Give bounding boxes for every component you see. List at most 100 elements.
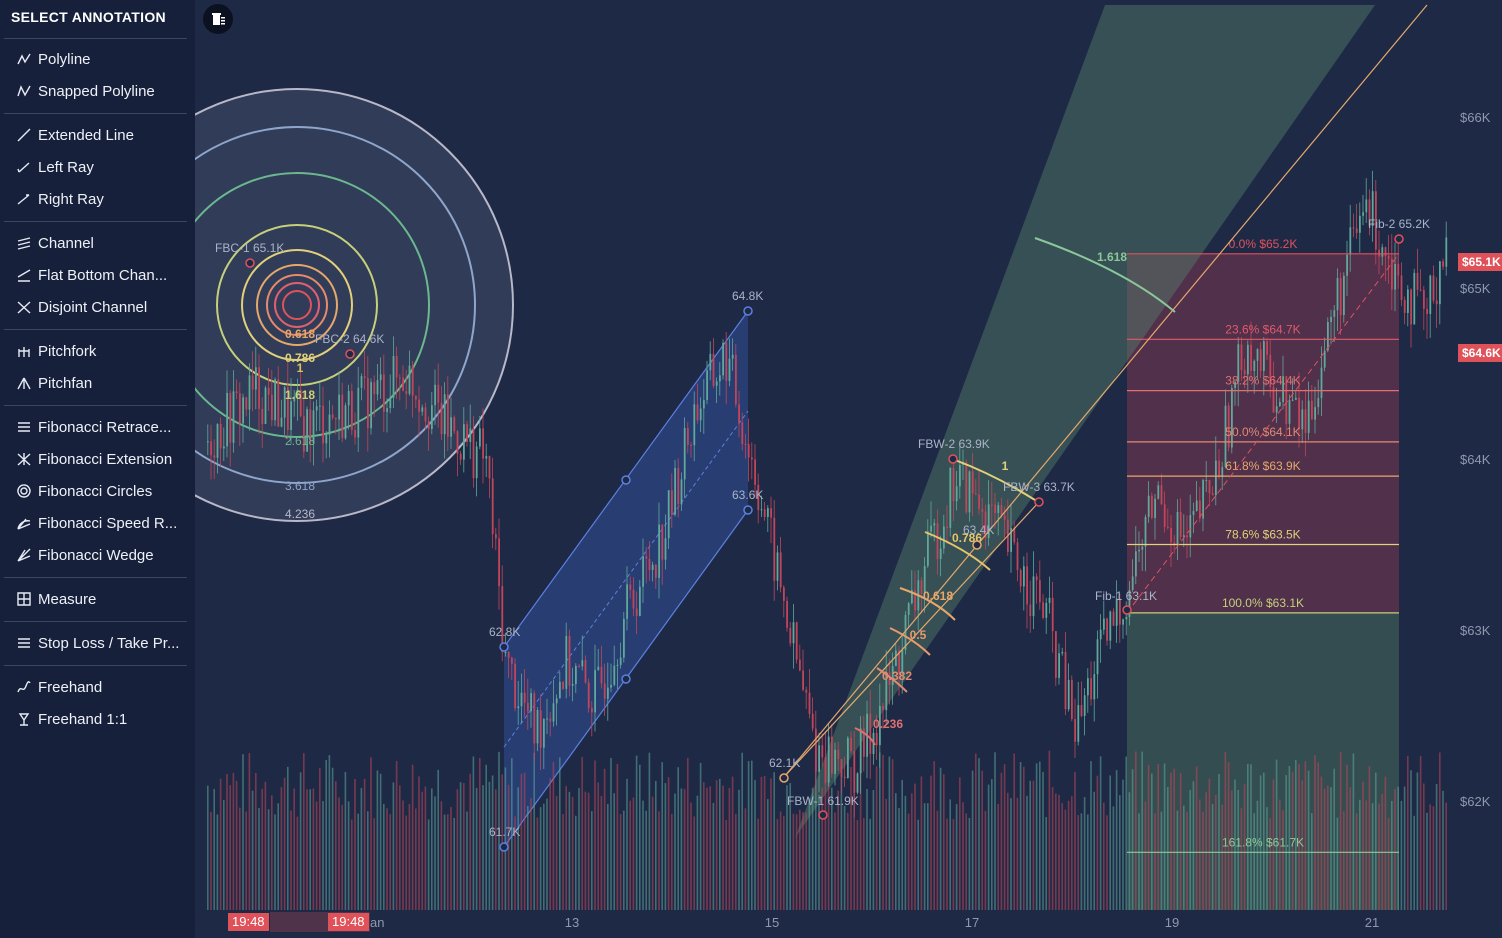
sidebar-item-pitchfan[interactable]: Pitchfan: [14, 371, 92, 395]
volume-bar: [1074, 771, 1076, 910]
volume-bar: [1144, 801, 1147, 910]
volume-bar: [879, 752, 881, 910]
candle-body: [363, 376, 366, 379]
volume-bar: [1330, 787, 1332, 910]
volume-bar: [1103, 802, 1105, 910]
candle-body: [981, 508, 984, 512]
sidebar-item-fibonacci-wedge[interactable]: Fibonacci Wedge: [14, 543, 154, 567]
volume-bar: [296, 816, 299, 910]
volume-bar: [722, 785, 724, 910]
volume-bar: [405, 815, 407, 910]
candle-body: [1381, 247, 1384, 257]
candle-body: [709, 353, 712, 371]
volume-bar: [213, 788, 215, 910]
sidebar-item-pitchfork[interactable]: Pitchfork: [14, 339, 96, 363]
candle-body: [600, 666, 603, 684]
sidebar-item-disjoint-channel[interactable]: Disjoint Channel: [14, 295, 147, 319]
volume-bar: [1442, 790, 1444, 910]
volume-bar: [485, 764, 487, 910]
candle-body: [939, 548, 942, 560]
candle-body: [677, 467, 680, 505]
sidebar-item-stop-loss-take-pr[interactable]: Stop Loss / Take Pr...: [14, 631, 179, 655]
sidebar-item-extended-line[interactable]: Extended Line: [14, 123, 134, 147]
candle-body: [229, 392, 232, 443]
candle-body: [581, 660, 584, 667]
volume-bar: [287, 766, 289, 910]
volume-bar: [920, 776, 923, 910]
candle-body: [815, 728, 817, 772]
volume-bar: [530, 797, 532, 910]
volume-bar: [1058, 794, 1060, 910]
candle-body: [1112, 611, 1115, 626]
sidebar-item-label: Disjoint Channel: [38, 298, 148, 316]
volume-bar: [239, 807, 241, 910]
sidebar-item-label: Fibonacci Extension: [38, 450, 173, 468]
sidebar-item-left-ray[interactable]: Left Ray: [14, 155, 94, 179]
volume-bar: [1192, 781, 1195, 910]
candle-body: [360, 376, 363, 388]
fib-circle-level-label: 1: [297, 361, 304, 375]
volume-bar: [607, 803, 609, 910]
volume-bar: [1394, 789, 1396, 910]
sidebar-item-freehand[interactable]: Freehand: [14, 675, 102, 699]
volume-bar: [575, 815, 577, 910]
volume-bar: [834, 812, 836, 910]
freehand-icon: [14, 679, 34, 695]
candle-body: [575, 666, 577, 685]
candle-body: [907, 603, 910, 615]
candle-body: [642, 556, 644, 587]
volume-bar: [1122, 779, 1124, 910]
candle-body: [1349, 227, 1352, 255]
candle-body: [453, 417, 456, 432]
candle-body: [712, 353, 715, 386]
sidebar-separator: [4, 113, 187, 114]
sidebar-item-label: Right Ray: [38, 190, 104, 208]
chart-canvas[interactable]: 0.0% $65.2K 23.6% $64.7K 38.2% $64.4K 50.0%…: [195, 0, 1502, 938]
volume-bar: [373, 818, 375, 910]
annotation-point-label: 62.8K: [489, 625, 520, 639]
volume-bar: [699, 762, 702, 910]
sidebar-item-fibonacci-retrace[interactable]: Fibonacci Retrace...: [14, 415, 171, 439]
volume-bar: [1269, 818, 1271, 910]
volume-bar: [1186, 811, 1188, 910]
sidebar-item-fibonacci-circles[interactable]: Fibonacci Circles: [14, 479, 152, 503]
left-ray-icon: [14, 159, 34, 175]
candle-body: [399, 377, 401, 379]
sidebar-item-measure[interactable]: Measure: [14, 587, 96, 611]
annotation-point-label: 63.6K: [732, 488, 763, 502]
candle-body: [1096, 639, 1099, 675]
candle-body: [731, 354, 734, 359]
sidebar-item-channel[interactable]: Channel: [14, 231, 94, 255]
candle-body: [1304, 409, 1307, 433]
candle-body: [1055, 631, 1057, 678]
x-axis-label: 17: [965, 915, 979, 930]
sidebar-item-freehand-1-1[interactable]: Freehand 1:1: [14, 707, 127, 731]
volume-bar: [370, 757, 372, 910]
volume-bar: [344, 771, 347, 910]
volume-bar: [1266, 807, 1268, 910]
sidebar-item-fibonacci-extension[interactable]: Fibonacci Extension: [14, 447, 172, 471]
sidebar-item-snapped-polyline[interactable]: Snapped Polyline: [14, 79, 155, 103]
candle-body: [520, 692, 523, 707]
fib-wedge-level-label: 0.618: [923, 589, 953, 603]
volume-bar: [939, 767, 942, 910]
candle-body: [795, 622, 798, 660]
volume-bar: [1135, 751, 1137, 910]
candle-body: [975, 493, 977, 495]
volume-bar: [751, 760, 753, 910]
volume-bar: [501, 774, 503, 910]
price-chart[interactable]: 0.0% $65.2K 23.6% $64.7K 38.2% $64.4K 50.0%…: [195, 0, 1502, 938]
candle-body: [639, 586, 641, 616]
sidebar-item-polyline[interactable]: Polyline: [14, 47, 91, 71]
candle-body: [1042, 602, 1044, 618]
sidebar-item-label: Fibonacci Speed R...: [38, 514, 178, 532]
volume-bar: [978, 758, 980, 910]
sidebar-item-flat-bottom-chan[interactable]: Flat Bottom Chan...: [14, 263, 167, 287]
candle-body: [597, 666, 600, 671]
volume-bar: [1387, 818, 1390, 910]
candle-body: [843, 776, 846, 779]
volume-bar: [1391, 800, 1393, 910]
sidebar-item-fibonacci-speed-r[interactable]: Fibonacci Speed R...: [14, 511, 177, 535]
volume-bar: [216, 814, 219, 910]
sidebar-item-right-ray[interactable]: Right Ray: [14, 187, 104, 211]
